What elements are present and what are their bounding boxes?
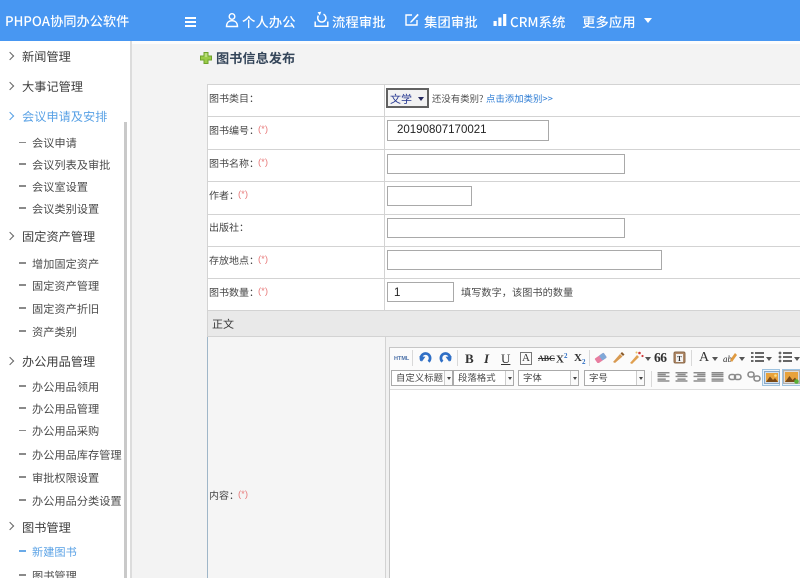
svg-text:T: T xyxy=(677,355,682,363)
